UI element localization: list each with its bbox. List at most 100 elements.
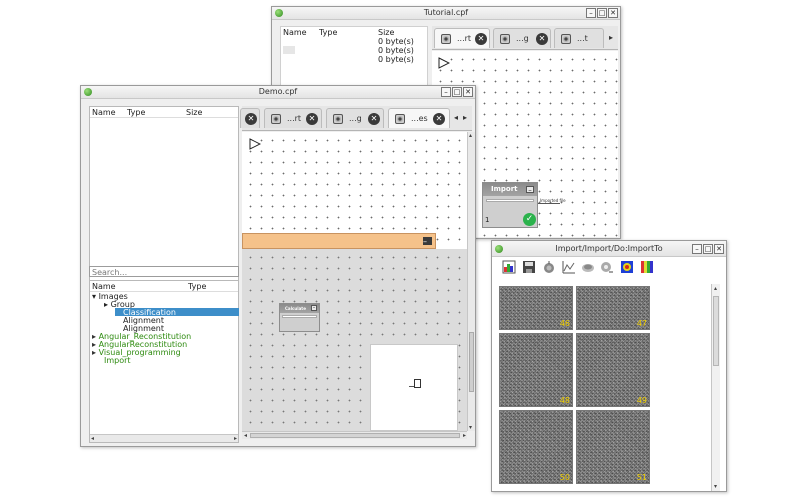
reconstruct-icon[interactable] [600, 260, 614, 274]
demo-window: Demo.cpf – □ ✕ Name Type Size ◂ ▸ Search… [80, 85, 476, 447]
close-tab-icon[interactable]: ✕ [306, 113, 318, 125]
viewer-window: Import/Import/Do:ImportTo – □ ✕ 46 47 48… [491, 240, 727, 492]
tree-item-import[interactable]: Import [104, 356, 131, 365]
tab-scroll-right-icon[interactable]: ▸ [463, 113, 467, 122]
column-header-type[interactable]: Type [319, 28, 337, 37]
plot-icon[interactable] [562, 260, 576, 274]
calculate-node[interactable]: Calculate – [279, 303, 320, 332]
tab-g[interactable]: ...g ✕ [326, 108, 384, 128]
minimap-viewport-icon [414, 379, 421, 388]
tab-label: ...rt [287, 114, 302, 123]
histogram-icon[interactable] [502, 260, 516, 274]
tab-partial[interactable]: ✕ [240, 108, 260, 128]
colormap-icon[interactable] [620, 260, 634, 274]
close-tab-icon[interactable]: ✕ [245, 113, 257, 125]
expand-icon[interactable]: ▸ [104, 300, 108, 309]
output-connector[interactable] [538, 203, 560, 204]
image-thumbnail[interactable]: 46 [499, 286, 573, 330]
tab-scroll-right-icon[interactable]: ▸ [609, 33, 613, 42]
tab-label: ...g [349, 114, 362, 123]
tab-label: ...t [577, 34, 588, 43]
tab-import[interactable]: ...rt ✕ [434, 28, 490, 48]
image-index: 49 [636, 396, 647, 405]
tab-scroll-left-icon[interactable]: ◂ [454, 113, 458, 122]
maximize-button[interactable]: □ [703, 244, 713, 254]
scroll-right-icon[interactable]: ▸ [234, 435, 237, 442]
tab-t[interactable]: ...t [554, 28, 604, 48]
close-tab-icon[interactable]: ✕ [536, 33, 548, 45]
demo-canvas[interactable]: – Calculate – [242, 132, 467, 431]
tab-import[interactable]: ...rt ✕ [264, 108, 322, 128]
stats-icon[interactable] [581, 260, 595, 274]
tree-header-type[interactable]: Type [188, 282, 206, 291]
group-collapse-button[interactable]: – [423, 237, 432, 246]
close-button[interactable]: ✕ [608, 8, 618, 18]
column-header-size[interactable]: Size [186, 108, 202, 117]
close-tab-icon[interactable]: ✕ [433, 113, 445, 125]
color-palette-icon[interactable] [640, 260, 654, 274]
group-header-bar[interactable]: – [242, 233, 436, 249]
scroll-left-icon[interactable]: ◂ [244, 432, 247, 439]
run-icon[interactable] [249, 138, 261, 150]
image-index: 48 [559, 396, 570, 405]
tab-g[interactable]: ...g ✕ [493, 28, 551, 48]
image-thumbnail[interactable]: 51 [576, 410, 650, 484]
scrollbar-thumb[interactable] [250, 433, 460, 438]
node-icon [500, 34, 510, 44]
tab-images[interactable]: ...es ✕ [388, 108, 450, 128]
demo-titlebar[interactable]: Demo.cpf – □ ✕ [81, 86, 475, 99]
import-node[interactable]: Import – 1 ✓ [482, 182, 538, 228]
column-header-type[interactable]: Type [127, 108, 145, 117]
image-thumbnail[interactable]: 50 [499, 410, 573, 484]
vertical-scrollbar[interactable]: ▴ ▾ [467, 132, 475, 431]
scroll-down-icon[interactable]: ▾ [469, 424, 472, 431]
minimize-button[interactable]: – [692, 244, 702, 254]
scroll-up-icon[interactable]: ▴ [714, 285, 717, 292]
window-title: Demo.cpf [258, 87, 298, 96]
minimap[interactable] [370, 344, 458, 431]
column-header-size[interactable]: Size [378, 28, 394, 37]
node-body-bar [282, 315, 317, 318]
close-button[interactable]: ✕ [714, 244, 724, 254]
size-cell: 0 byte(s) [378, 55, 414, 64]
search-input[interactable]: Search... [89, 266, 239, 277]
minimize-button[interactable]: – [586, 8, 596, 18]
horizontal-scrollbar[interactable]: ◂ ▸ [242, 431, 467, 439]
scrollbar-thumb[interactable] [469, 332, 474, 392]
module-tree[interactable]: Name Type ▾ Images ▸ Group Classificatio… [89, 280, 239, 443]
window-title: Import/Import/Do:ImportTo [555, 244, 663, 253]
node-collapse-button[interactable]: – [526, 186, 534, 194]
vertical-scrollbar[interactable]: ▴ ▾ [711, 284, 720, 491]
tree-header-name[interactable]: Name [92, 282, 116, 291]
maximize-button[interactable]: □ [452, 87, 462, 97]
node-icon [271, 114, 281, 124]
image-gallery[interactable]: 46 47 48 49 50 51 [497, 284, 711, 491]
column-header-name[interactable]: Name [283, 28, 307, 37]
maximize-button[interactable]: □ [597, 8, 607, 18]
scroll-up-icon[interactable]: ▴ [469, 132, 472, 139]
scroll-down-icon[interactable]: ▾ [714, 483, 717, 490]
horizontal-scrollbar[interactable]: ◂ ▸ [90, 434, 238, 442]
save-icon[interactable] [522, 260, 536, 274]
run-icon[interactable] [438, 57, 450, 69]
demo-tabbar: ✕ ...rt ✕ ...g ✕ ...es ✕ ◂ ▸ [240, 106, 472, 131]
expand-icon[interactable]: ▸ [92, 348, 96, 357]
expand-icon[interactable]: ▾ [92, 292, 96, 301]
image-index: 46 [559, 319, 570, 328]
viewer-titlebar[interactable]: Import/Import/Do:ImportTo – □ ✕ [492, 241, 726, 257]
scroll-left-icon[interactable]: ◂ [91, 435, 94, 442]
close-button[interactable]: ✕ [463, 87, 473, 97]
selected-row-marker[interactable] [283, 46, 295, 54]
minimize-button[interactable]: – [441, 87, 451, 97]
close-tab-icon[interactable]: ✕ [475, 33, 487, 45]
column-header-name[interactable]: Name [92, 108, 116, 117]
close-tab-icon[interactable]: ✕ [368, 113, 380, 125]
scrollbar-thumb[interactable] [713, 296, 719, 366]
scroll-right-icon[interactable]: ▸ [463, 432, 466, 439]
image-thumbnail[interactable]: 47 [576, 286, 650, 330]
image-thumbnail[interactable]: 48 [499, 333, 573, 407]
node-collapse-button[interactable]: – [311, 305, 317, 311]
image-thumbnail[interactable]: 49 [576, 333, 650, 407]
tutorial-titlebar[interactable]: Tutorial.cpf – □ ✕ [272, 7, 620, 20]
filter-icon[interactable] [542, 260, 556, 274]
